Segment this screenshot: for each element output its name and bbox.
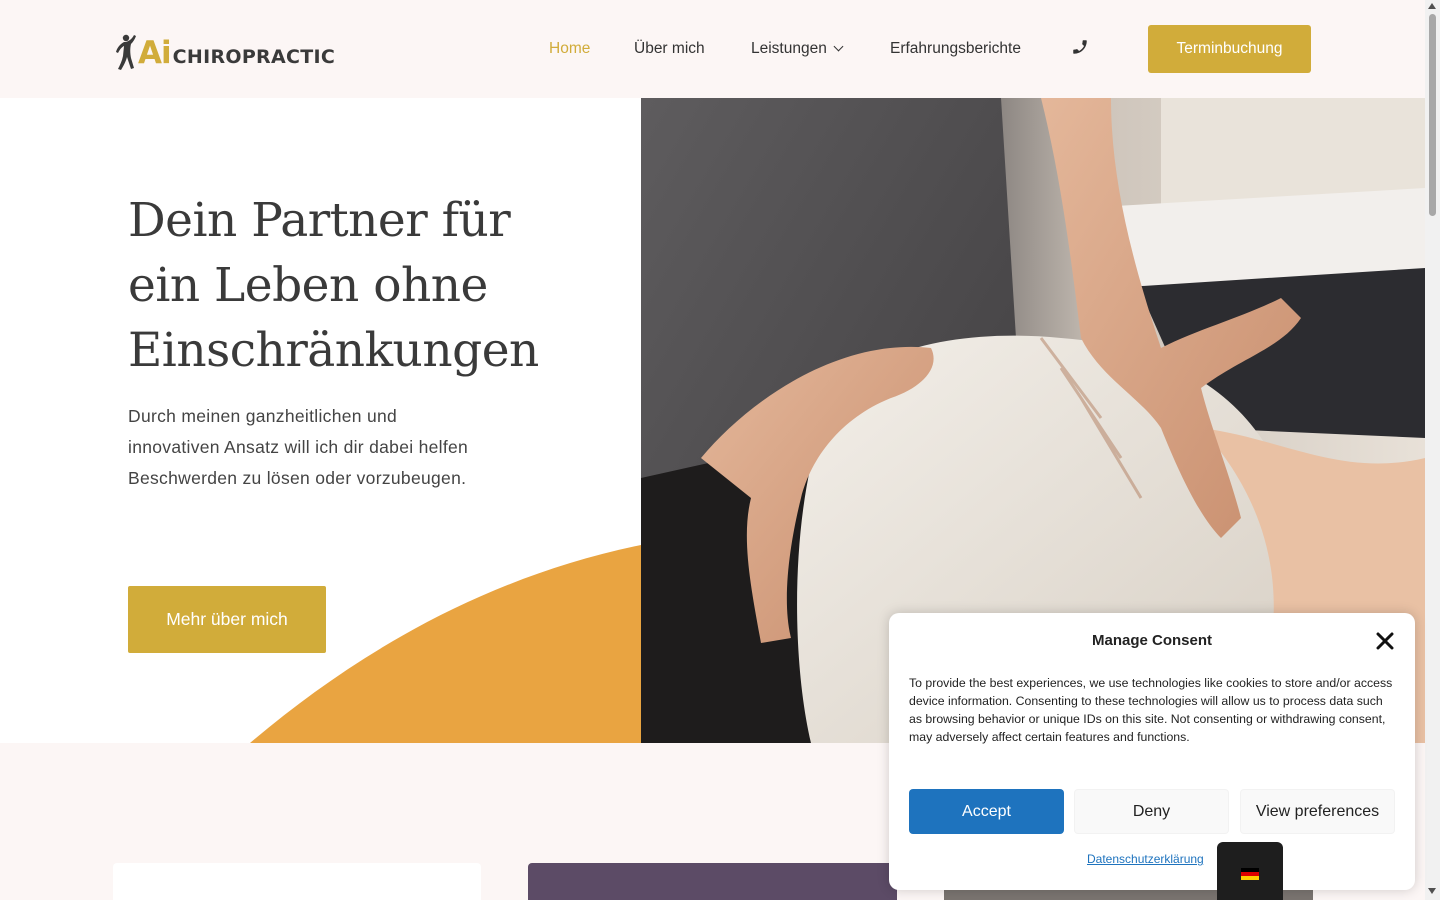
phone-icon[interactable] <box>1071 38 1089 56</box>
consent-description: To provide the best experiences, we use … <box>909 676 1393 744</box>
close-icon[interactable] <box>1375 631 1395 651</box>
service-card[interactable] <box>528 863 897 900</box>
logo-chiropractic-text: CHIROPRACTIC <box>172 46 336 68</box>
scroll-up-arrow-icon[interactable] <box>1428 3 1436 9</box>
nav-item-erfahrungsberichte[interactable]: Erfahrungsberichte <box>890 38 1021 60</box>
terminbuchung-button[interactable]: Terminbuchung <box>1148 25 1311 73</box>
chevron-down-icon <box>833 41 844 52</box>
service-card[interactable] <box>113 863 481 900</box>
site-header: Ai CHIROPRACTIC Home Über mich Leistunge… <box>0 0 1425 98</box>
logo-ai-text: Ai <box>138 35 172 71</box>
hero-title: Dein Partner für ein Leben ohne Einschrä… <box>128 193 539 378</box>
nav-item-leistungen[interactable]: Leistungen <box>751 38 844 60</box>
german-flag-icon <box>1241 868 1259 880</box>
language-switcher[interactable] <box>1217 842 1283 900</box>
logo-figure-icon <box>116 34 136 70</box>
mehr-ueber-mich-button[interactable]: Mehr über mich <box>128 586 326 653</box>
nav-item-leistungen-label: Leistungen <box>751 40 827 57</box>
privacy-policy-link[interactable]: Datenschutzerklärung <box>1087 852 1204 866</box>
deny-button[interactable]: Deny <box>1074 789 1229 834</box>
consent-dialog: Manage Consent To provide the best exper… <box>889 613 1415 890</box>
nav-item-ueber-mich[interactable]: Über mich <box>634 38 705 60</box>
hero-section: Dein Partner für ein Leben ohne Einschrä… <box>0 98 641 743</box>
nav-item-home[interactable]: Home <box>549 38 590 60</box>
accept-button[interactable]: Accept <box>909 789 1064 834</box>
consent-title: Manage Consent <box>1091 632 1212 649</box>
view-preferences-button[interactable]: View preferences <box>1240 789 1395 834</box>
scroll-down-arrow-icon[interactable] <box>1428 888 1436 894</box>
hero-description: Durch meinen ganzheitlichen und innovati… <box>128 406 469 488</box>
page-scrollbar[interactable] <box>1425 0 1440 900</box>
site-logo[interactable]: Ai CHIROPRACTIC <box>114 30 335 70</box>
scrollbar-thumb[interactable] <box>1429 14 1436 216</box>
